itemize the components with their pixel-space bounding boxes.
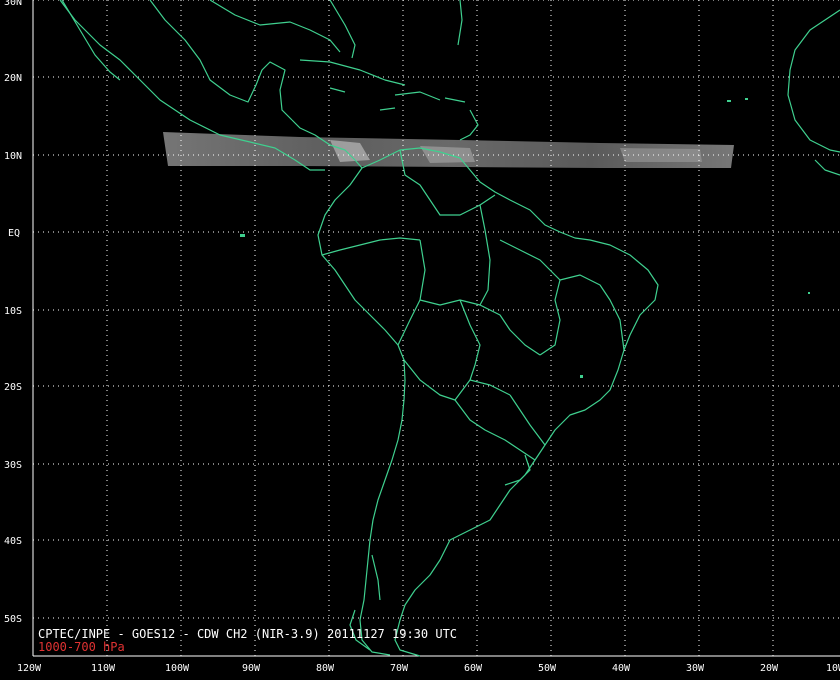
pressure-layer-caption: 1000-700 hPa bbox=[38, 640, 125, 654]
latitude-labels: 30N 20N 10N EQ 10S 20S 30S 40S 50S bbox=[4, 0, 22, 625]
lon-label-50w: 50W bbox=[538, 663, 557, 674]
satellite-wind-map: 30N 20N 10N EQ 10S 20S 30S 40S 50S 120W … bbox=[4, 0, 840, 674]
lat-label-50s: 50S bbox=[4, 614, 22, 625]
coastlines bbox=[59, 0, 840, 657]
longitude-labels: 120W 110W 100W 90W 80W 70W 60W 50W 40W 3… bbox=[17, 663, 840, 674]
lat-label-10n: 10N bbox=[4, 151, 22, 162]
lat-label-30s: 30S bbox=[4, 460, 22, 471]
lat-label-10s: 10S bbox=[4, 306, 22, 317]
lon-label-100w: 100W bbox=[165, 663, 190, 674]
lat-label-20s: 20S bbox=[4, 382, 22, 393]
lat-label-20n: 20N bbox=[4, 73, 22, 84]
lon-label-40w: 40W bbox=[612, 663, 631, 674]
product-caption: CPTEC/INPE - GOES12 - CDW CH2 (NIR-3.9) … bbox=[38, 627, 458, 641]
lon-label-70w: 70W bbox=[390, 663, 409, 674]
lon-label-60w: 60W bbox=[464, 663, 483, 674]
lon-label-110w: 110W bbox=[91, 663, 116, 674]
lat-label-40s: 40S bbox=[4, 536, 22, 547]
lon-label-20w: 20W bbox=[760, 663, 779, 674]
lon-label-10w: 10W bbox=[826, 663, 840, 674]
lon-label-90w: 90W bbox=[242, 663, 261, 674]
lat-label-eq: EQ bbox=[8, 228, 20, 239]
lat-label-30n: 30N bbox=[4, 0, 22, 8]
satellite-image-swath bbox=[163, 132, 734, 168]
lon-label-80w: 80W bbox=[316, 663, 335, 674]
lon-label-30w: 30W bbox=[686, 663, 705, 674]
lon-label-120w: 120W bbox=[17, 663, 42, 674]
